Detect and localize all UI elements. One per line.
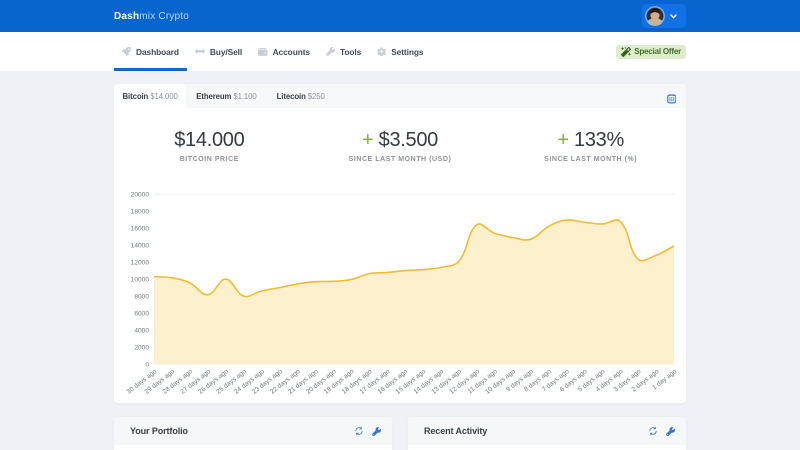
svg-text:2000: 2000 xyxy=(134,344,149,351)
svg-text:20000: 20000 xyxy=(131,192,150,199)
svg-text:12000: 12000 xyxy=(131,259,150,266)
svg-text:6000: 6000 xyxy=(134,310,149,317)
svg-text:18000: 18000 xyxy=(131,209,150,216)
svg-text:8000: 8000 xyxy=(134,293,149,300)
svg-text:14000: 14000 xyxy=(131,242,150,249)
svg-text:0: 0 xyxy=(145,361,149,368)
svg-text:16000: 16000 xyxy=(131,226,150,233)
svg-text:10000: 10000 xyxy=(131,276,150,283)
svg-text:4000: 4000 xyxy=(134,327,149,334)
